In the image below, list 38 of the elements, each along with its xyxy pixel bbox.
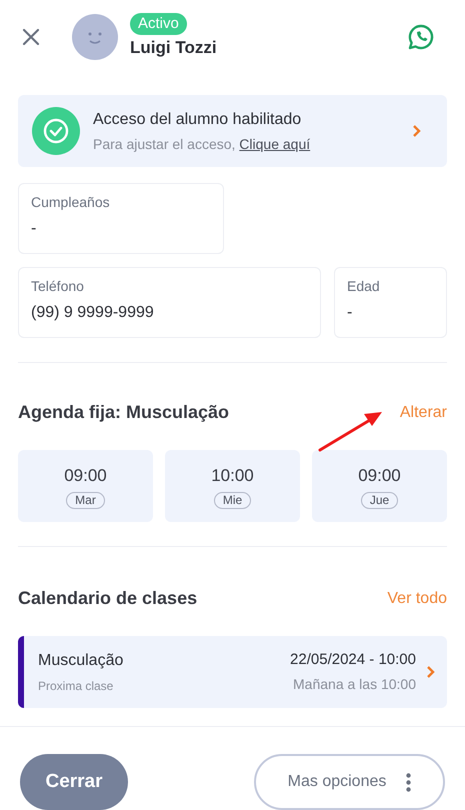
schedule-slot[interactable]: 09:00 Jue xyxy=(312,450,447,522)
close-icon[interactable] xyxy=(22,28,40,46)
class-relative-time: Mañana a las 10:00 xyxy=(293,675,416,694)
day-tag: Mie xyxy=(214,492,252,510)
access-title: Acceso del alumno habilitado xyxy=(93,110,302,130)
close-button[interactable]: Cerrar xyxy=(20,754,128,810)
check-icon xyxy=(32,107,80,155)
access-link[interactable]: Clique aquí xyxy=(239,136,310,152)
class-name: Musculação xyxy=(38,651,124,671)
access-card[interactable]: Acceso del alumno habilitado Para ajustar el acceso, Clique aquí xyxy=(18,95,447,167)
field-value: - xyxy=(31,219,38,239)
section-title: Agenda fija: Musculação xyxy=(18,401,230,424)
day-tag: Jue xyxy=(360,492,398,510)
class-note: Proxima clase xyxy=(38,678,114,695)
chevron-right-icon xyxy=(412,124,421,138)
chevron-right-icon xyxy=(426,665,435,679)
field-value: - xyxy=(347,303,354,323)
more-options-button[interactable]: Mas opciones xyxy=(254,754,445,810)
field-label: Teléfono xyxy=(31,277,85,296)
class-card[interactable]: Musculação Proxima clase 22/05/2024 - 10:00 Mañana a las 10:00 xyxy=(18,636,447,708)
student-name: Luigi Tozzi xyxy=(130,37,217,60)
annotation-arrow xyxy=(318,410,384,452)
status-badge: Activo xyxy=(130,13,187,36)
access-hint: Para ajustar el acceso, xyxy=(93,136,236,152)
field-value: (99) 9 9999-9999 xyxy=(31,303,155,323)
slot-time: 09:00 xyxy=(358,464,401,487)
field-label: Edad xyxy=(347,277,381,296)
schedule-slot[interactable]: 10:00 Mie xyxy=(165,450,300,522)
schedule-slot[interactable]: 09:00 Mar xyxy=(18,450,153,522)
field-label: Cumpleaños xyxy=(31,193,111,212)
slot-time: 10:00 xyxy=(211,464,254,487)
avatar-icon xyxy=(72,14,118,60)
section-title: Calendario de clases xyxy=(18,587,198,610)
more-icon xyxy=(406,772,412,792)
class-date: 22/05/2024 - 10:00 xyxy=(290,650,416,670)
slot-time: 09:00 xyxy=(64,464,107,487)
day-tag: Mar xyxy=(66,492,105,510)
whatsapp-icon[interactable] xyxy=(407,23,435,51)
